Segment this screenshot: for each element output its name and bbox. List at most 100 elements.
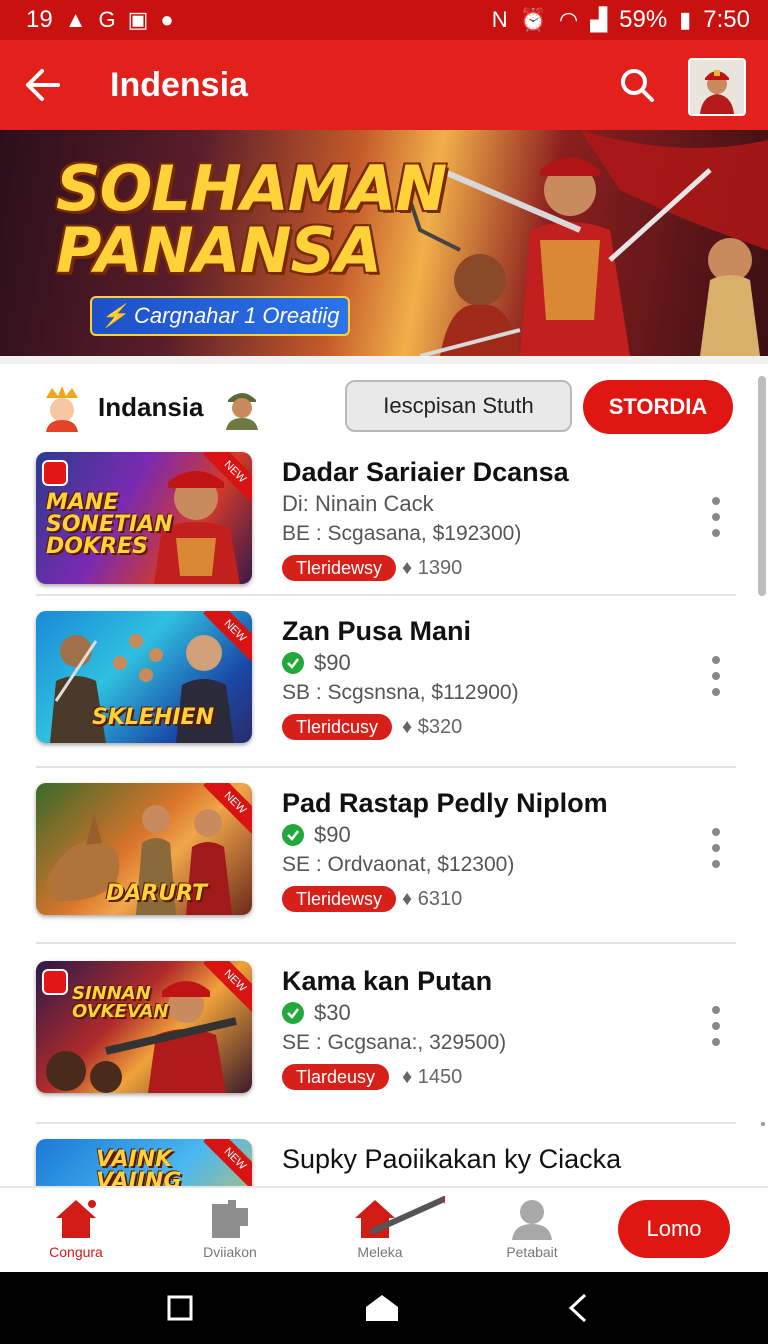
item-subtitle: $90 (282, 650, 351, 676)
search-filter-input[interactable]: Iescpisan Stuth (345, 380, 572, 432)
more-dot-icon (712, 860, 720, 868)
app-header: Indensia (0, 40, 768, 130)
avatar[interactable] (688, 58, 746, 116)
nav-item-dviiakon[interactable]: Dviiakon (170, 1196, 290, 1272)
item-title: Zan Pusa Mani (282, 616, 472, 646)
status-badge: Tleridcusy (282, 714, 393, 740)
battery-icon: ▮ (679, 7, 692, 32)
banner-subtitle-pill: ⚡ Cargnahar 1 Oreatiig (90, 296, 350, 336)
more-dot-icon (712, 1022, 720, 1030)
more-options-button[interactable] (702, 828, 730, 868)
verified-check-icon (282, 824, 304, 846)
home-icon (366, 1295, 398, 1321)
item-title: Pad Rastap Pedly Niplom (282, 788, 608, 818)
item-count: ♦ $320 (402, 714, 462, 740)
status-bar: 19 ▲ G ▣ ● N ⏰ ◠ ▟ 59% ▮ 7:50 (0, 0, 768, 40)
item-subtitle-text: Di: Ninain Cack (282, 491, 434, 516)
status-left: 19 ▲ G ▣ ● (26, 6, 174, 34)
list-divider (36, 594, 736, 596)
promo-banner[interactable]: SOLHAMAN PANANSA ⚡ Cargnahar 1 Oreatiig (0, 130, 768, 356)
g-icon: G (98, 7, 116, 32)
more-dot-icon (712, 688, 720, 696)
warning-icon: ▲ (64, 7, 87, 32)
more-dot-icon (712, 497, 720, 505)
nfc-icon: N (491, 7, 508, 32)
page-title: Indensia (110, 65, 248, 104)
nav-label: Congura (49, 1244, 103, 1260)
recents-button[interactable] (158, 1286, 202, 1330)
app-screen: 19 ▲ G ▣ ● N ⏰ ◠ ▟ 59% ▮ 7:50 Indensia S… (0, 0, 768, 1344)
more-dot-icon (712, 1038, 720, 1046)
house-tool-icon (355, 1196, 445, 1238)
banner-title-line2: PANANSA (56, 214, 382, 287)
more-dot-icon (712, 828, 720, 836)
home-icon (56, 1200, 96, 1238)
more-dot-icon (712, 529, 720, 537)
scrollbar[interactable] (758, 376, 766, 596)
alarm-icon: ⏰ (519, 7, 547, 32)
list-item[interactable]: NEW SINNAN OVKEVAN Kama kan Putan $30 SE… (0, 958, 768, 1130)
search-button[interactable] (610, 58, 664, 112)
more-dot-icon (712, 513, 720, 521)
circle-dot-icon: ● (160, 7, 174, 32)
scroll-indicator (761, 1122, 765, 1126)
more-options-button[interactable] (702, 1006, 730, 1046)
item-detail: SE : Ordvaonat, $12300) (282, 853, 515, 876)
status-badge: Tlardeusy (282, 1064, 390, 1090)
more-options-button[interactable] (702, 656, 730, 696)
nav-item-petabait[interactable]: Petabait (472, 1196, 592, 1272)
more-dot-icon (712, 1006, 720, 1014)
item-subtitle: Di: Ninain Cack (282, 491, 434, 517)
item-count-value: 6310 (417, 888, 463, 910)
item-thumbnail: NEW VAINK VAIING (36, 1139, 252, 1186)
stordia-button[interactable]: STORDIA (583, 380, 733, 434)
diamond-icon: ♦ (402, 557, 418, 579)
list-item[interactable]: NEW DARURT Pad Rastap Pedly Niplom $90 S… (0, 780, 768, 952)
thumbnail-title: SINNAN OVKEVAN (72, 983, 169, 1022)
nav-item-congura[interactable]: Congura (16, 1196, 136, 1272)
status-time-right: 7:50 (703, 6, 750, 33)
more-options-button[interactable] (702, 497, 730, 537)
more-dot-icon (712, 672, 720, 680)
lomo-button[interactable]: Lomo (618, 1200, 730, 1258)
soldier-avatar-icon (226, 393, 258, 430)
item-count-value: 1390 (417, 557, 463, 579)
item-count: ♦ 1390 (402, 555, 462, 581)
play-badge-icon (42, 460, 68, 486)
filter-row: Indansia Iescpisan Stuth STORDIA (0, 356, 768, 446)
status-badge: Tleridewsy (282, 555, 397, 581)
item-subtitle: $30 (282, 1000, 351, 1026)
chevron-left-icon (568, 1293, 587, 1323)
item-thumbnail: NEW SKLEHIEN (36, 611, 252, 743)
back-button[interactable] (0, 40, 84, 130)
list-divider (36, 1122, 736, 1124)
home-button[interactable] (360, 1286, 404, 1330)
thumbnail-title: DARURT (106, 881, 208, 906)
item-detail: BE : Scgasana, $192300) (282, 522, 522, 545)
item-price: $30 (314, 1000, 351, 1025)
thumbnail-title: MANE SONETIAN DOKRES (46, 490, 173, 559)
diamond-icon: ♦ (402, 1066, 418, 1088)
item-count-value: 1450 (417, 1066, 463, 1088)
thumbnail-title: SKLEHIEN (92, 705, 214, 730)
status-time-left: 19 (26, 6, 53, 33)
verified-check-icon (282, 652, 304, 674)
status-right: N ⏰ ◠ ▟ 59% ▮ 7:50 (492, 6, 750, 34)
battery-percent: 59% (619, 6, 668, 33)
back-nav-button[interactable] (556, 1286, 600, 1330)
nav-item-meleka[interactable]: Meleka (320, 1196, 445, 1272)
system-navigation-bar (0, 1272, 768, 1344)
diamond-icon: ♦ (402, 888, 418, 910)
banner-title-line1: SOLHAMAN (56, 152, 447, 225)
item-thumbnail: NEW SINNAN OVKEVAN (36, 961, 252, 1093)
item-thumbnail: NEW DARURT (36, 783, 252, 915)
list-divider (36, 766, 736, 768)
item-title: Dadar Sariaier Dcansa (282, 457, 569, 487)
square-icon: ▣ (127, 7, 149, 32)
list-item[interactable]: NEW VAINK VAIING Supky Paoiikakan ky Cia… (0, 1136, 768, 1186)
item-count-value: $320 (417, 716, 463, 738)
list-item[interactable]: NEW SKLEHIEN Zan Pusa Mani $90 SB : Scgs… (0, 608, 768, 780)
play-badge-icon (42, 969, 68, 995)
list-divider (36, 942, 736, 944)
signal-icon: ▟ (590, 7, 608, 32)
